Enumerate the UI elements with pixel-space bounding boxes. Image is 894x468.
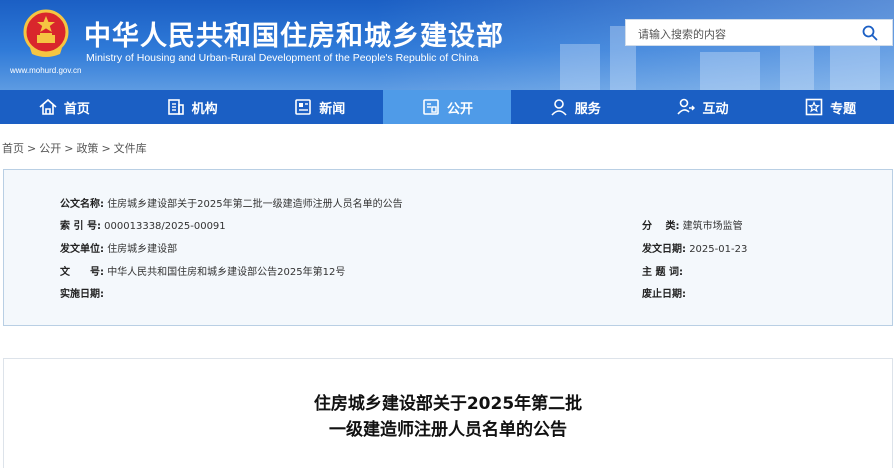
meta-category: 分 类: 建筑市场监管 (642, 217, 743, 232)
nav-item-interaction[interactable]: 互动 (639, 90, 767, 124)
meta-value: 2025-01-23 (689, 244, 748, 255)
meta-effective-date: 实施日期: (60, 285, 104, 300)
nav-item-topics[interactable]: 专题 (766, 90, 894, 124)
document-icon (423, 99, 439, 115)
search-box (625, 19, 893, 46)
meta-label: 文 号: (60, 267, 104, 278)
nav-item-services[interactable]: 服务 (511, 90, 639, 124)
breadcrumb-public[interactable]: 公开 (39, 142, 61, 155)
site-header: 中华人民共和国住房和城乡建设部 Ministry of Housing and … (0, 0, 894, 90)
article-title-line: 一级建造师注册人员名单的公告 (329, 420, 567, 440)
nav-item-label: 公开 (447, 101, 474, 117)
nav-item-label: 新闻 (319, 101, 346, 117)
meta-number: 文 号: 中华人民共和国住房和城乡建设部公告2025年第12号 (60, 263, 345, 278)
meta-label: 实施日期: (60, 289, 104, 300)
star-icon (805, 98, 823, 116)
main-nav: 首页 机构 新闻 公开 服务 互动 专题 (0, 90, 894, 124)
nav-item-news[interactable]: 新闻 (255, 90, 383, 124)
meta-label: 废止日期: (642, 289, 686, 300)
national-emblem-icon[interactable] (22, 8, 70, 60)
article-body: 住房城乡建设部关于2025年第二批 一级建造师注册人员名单的公告 (3, 358, 893, 468)
search-icon[interactable] (862, 25, 878, 41)
breadcrumb-separator: > (101, 142, 111, 155)
building-icon (167, 99, 184, 115)
meta-label: 索 引 号: (60, 221, 101, 232)
meta-doc-name: 公文名称: 住房城乡建设部关于2025年第二批一级建造师注册人员名单的公告 (60, 195, 403, 210)
meta-issuer: 发文单位: 住房城乡建设部 (60, 240, 177, 255)
breadcrumb: 首页 > 公开 > 政策 > 文件库 (2, 140, 147, 156)
header-building-decor (830, 46, 880, 90)
meta-subject: 主 题 词: (642, 263, 683, 278)
site-url: www.mohurd.gov.cn (10, 66, 82, 75)
nav-item-home[interactable]: 首页 (0, 90, 128, 124)
nav-item-label: 互动 (702, 101, 729, 117)
breadcrumb-separator: > (64, 142, 74, 155)
meta-value: 住房城乡建设部关于2025年第二批一级建造师注册人员名单的公告 (107, 199, 403, 210)
nav-item-label: 服务 (574, 101, 601, 117)
meta-label: 分 类: (642, 221, 680, 232)
breadcrumb-home[interactable]: 首页 (2, 142, 24, 155)
home-icon (39, 98, 57, 115)
nav-item-institutions[interactable]: 机构 (128, 90, 256, 124)
meta-index: 索 引 号: 000013338/2025-00091 (60, 217, 226, 232)
meta-label: 主 题 词: (642, 267, 683, 278)
meta-label: 发文单位: (60, 244, 104, 255)
meta-value: 中华人民共和国住房和城乡建设部公告2025年第12号 (107, 267, 346, 278)
news-icon (295, 99, 312, 115)
site-title[interactable]: 中华人民共和国住房和城乡建设部 (84, 14, 504, 53)
meta-value: 建筑市场监管 (682, 221, 743, 232)
header-building-decor (700, 52, 760, 90)
breadcrumb-policy[interactable]: 政策 (76, 142, 98, 155)
breadcrumb-library[interactable]: 文件库 (114, 142, 147, 155)
meta-label: 公文名称: (60, 199, 104, 210)
site-title-english: Ministry of Housing and Urban-Rural Deve… (86, 52, 479, 64)
search-input[interactable] (636, 24, 850, 44)
meta-value: 000013338/2025-00091 (104, 221, 226, 232)
header-building-decor (560, 44, 600, 90)
nav-item-label: 机构 (191, 101, 218, 117)
nav-item-label: 专题 (830, 101, 857, 117)
article-title-line: 住房城乡建设部关于2025年第二批 (313, 394, 583, 414)
meta-value: 住房城乡建设部 (107, 244, 178, 255)
service-icon (551, 99, 567, 116)
meta-label: 发文日期: (642, 244, 686, 255)
article-title: 住房城乡建设部关于2025年第二批 一级建造师注册人员名单的公告 (4, 391, 892, 443)
meta-date: 发文日期: 2025-01-23 (642, 240, 747, 255)
nav-item-label: 首页 (63, 101, 90, 117)
nav-item-public[interactable]: 公开 (383, 90, 511, 124)
interaction-icon (677, 98, 696, 115)
document-metadata: 公文名称: 住房城乡建设部关于2025年第二批一级建造师注册人员名单的公告 索 … (3, 169, 893, 326)
meta-abolish-date: 废止日期: (642, 285, 686, 300)
breadcrumb-separator: > (27, 142, 37, 155)
